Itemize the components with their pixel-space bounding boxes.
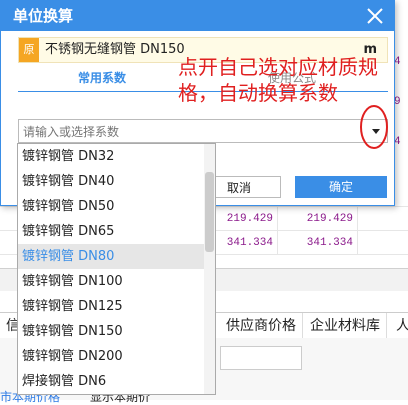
table-cell: 219.429 — [278, 207, 358, 231]
dropdown-option[interactable]: 镀锌钢管 DN65 — [18, 219, 204, 244]
material-name: 不锈钢无缝钢管 DN150 — [45, 42, 185, 57]
lower-button[interactable] — [220, 346, 302, 370]
dropdown-option[interactable]: 镀锌钢管 DN200 — [18, 344, 204, 369]
annotation-text: 点开自己选对应材质规格，自动换算系数 — [178, 55, 378, 105]
dropdown-option[interactable]: 焊接钢管 DN6 — [18, 369, 204, 394]
tab-common-coefficient[interactable]: 常用系数 — [78, 67, 126, 89]
annotation-circle — [359, 104, 389, 150]
tab-supplier-price[interactable]: 供应商价格 — [220, 313, 303, 339]
dialog-title: 单位换算 — [13, 7, 74, 25]
dropdown-option[interactable]: 镀锌钢管 DN40 — [18, 169, 204, 194]
material-badge: 原 — [19, 38, 39, 62]
coefficient-input[interactable] — [21, 122, 355, 142]
dropdown-option-selected[interactable]: 镀锌钢管 DN80 — [18, 244, 204, 269]
close-icon[interactable] — [364, 5, 386, 27]
scrollbar-thumb[interactable] — [205, 172, 214, 252]
dropdown-option[interactable]: 镀锌钢管 DN32 — [18, 144, 204, 169]
tab-more[interactable]: 人 — [390, 313, 408, 339]
dropdown-option[interactable]: 镀锌钢管 DN100 — [18, 269, 204, 294]
edge-value: 4 — [394, 56, 401, 68]
ok-button[interactable]: 确定 — [295, 176, 387, 198]
coefficient-dropdown-list: 镀锌钢管 DN32 镀锌钢管 DN40 镀锌钢管 DN50 镀锌钢管 DN65 … — [17, 143, 216, 395]
dropdown-option[interactable]: 镀锌钢管 DN125 — [18, 294, 204, 319]
coefficient-combobox[interactable] — [18, 119, 388, 143]
dialog-titlebar: 单位换算 — [1, 1, 394, 31]
dropdown-option[interactable]: 镀锌钢管 DN150 — [18, 319, 204, 344]
edge-value: 9 — [394, 96, 401, 108]
dropdown-option[interactable]: 镀锌钢管 DN50 — [18, 194, 204, 219]
table-cell: 341.334 — [278, 231, 358, 255]
edge-value: 4 — [394, 136, 401, 148]
tab-enterprise-library[interactable]: 企业材料库 — [304, 313, 387, 339]
